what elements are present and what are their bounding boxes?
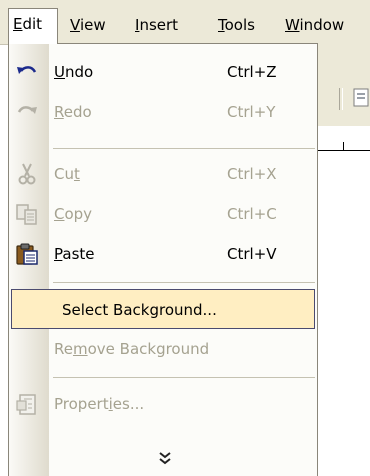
menu-tools-mnemonic: T [218, 16, 225, 34]
menu-item-select-background-label: Select Background... [62, 301, 217, 319]
redo-icon [15, 100, 39, 124]
toolbar-properties-icon[interactable] [350, 86, 370, 110]
menu-item-paste-shortcut: Ctrl+V [227, 245, 277, 263]
menu-item-cut[interactable]: Cut Ctrl+X [9, 154, 317, 194]
menu-edit-rest: dit [22, 15, 43, 33]
menu-bar: Edit View Insert Tools Window [0, 0, 370, 45]
menu-view-rest: iew [79, 16, 106, 34]
menu-insert[interactable]: Insert [135, 12, 178, 38]
menu-item-copy[interactable]: Copy Ctrl+C [9, 194, 317, 234]
menu-window-rest: indow [299, 16, 345, 34]
menu-item-copy-shortcut: Ctrl+C [227, 205, 277, 223]
menu-item-redo-label: Redo [54, 103, 92, 121]
document-canvas[interactable] [318, 126, 370, 476]
menu-insert-rest: nsert [139, 16, 179, 34]
copy-icon [15, 202, 39, 226]
menu-item-cut-shortcut: Ctrl+X [227, 165, 277, 183]
ruler-line [318, 150, 370, 151]
edit-menu-dropdown: Undo Ctrl+Z Redo Ctrl+Y Cut Ctrl+X Copy … [8, 43, 318, 476]
menu-item-paste[interactable]: Paste Ctrl+V [9, 234, 317, 274]
menu-tools-rest: ools [224, 16, 255, 34]
menu-item-redo[interactable]: Redo Ctrl+Y [9, 92, 317, 132]
application-window: Edit View Insert Tools Window Undo Ctrl+… [0, 0, 370, 476]
paste-icon [15, 242, 39, 266]
menu-item-properties-label: Properties... [54, 395, 145, 413]
chevron-double-down-icon[interactable] [157, 450, 173, 466]
menu-view-mnemonic: V [70, 16, 80, 34]
menu-tools[interactable]: Tools [218, 12, 255, 38]
menu-item-undo-label: Undo [54, 63, 94, 81]
menu-item-remove-background[interactable]: Remove Background [9, 329, 317, 369]
toolbar-area [318, 44, 370, 126]
undo-icon [15, 60, 39, 84]
properties-icon [15, 392, 39, 416]
toolbar-separator [339, 88, 343, 110]
menu-item-undo-shortcut: Ctrl+Z [227, 63, 277, 81]
menu-item-redo-shortcut: Ctrl+Y [227, 103, 276, 121]
menu-item-remove-background-label: Remove Background [54, 340, 210, 358]
menu-window[interactable]: Window [285, 12, 344, 38]
menu-item-undo[interactable]: Undo Ctrl+Z [9, 52, 317, 92]
menu-separator [53, 377, 315, 378]
menu-item-paste-label: Paste [54, 245, 95, 263]
menu-window-mnemonic: W [285, 16, 300, 34]
menu-item-copy-label: Copy [54, 205, 93, 223]
menu-item-select-background[interactable]: Select Background... [11, 289, 315, 329]
menu-item-properties[interactable]: Properties... [9, 384, 317, 424]
cut-icon [15, 162, 39, 186]
menu-separator [53, 282, 315, 283]
menu-item-cut-label: Cut [54, 165, 80, 183]
ruler-tick [343, 142, 344, 150]
menu-edit[interactable]: Edit [8, 8, 58, 44]
menu-separator [53, 148, 315, 149]
menu-view[interactable]: View [70, 12, 106, 38]
